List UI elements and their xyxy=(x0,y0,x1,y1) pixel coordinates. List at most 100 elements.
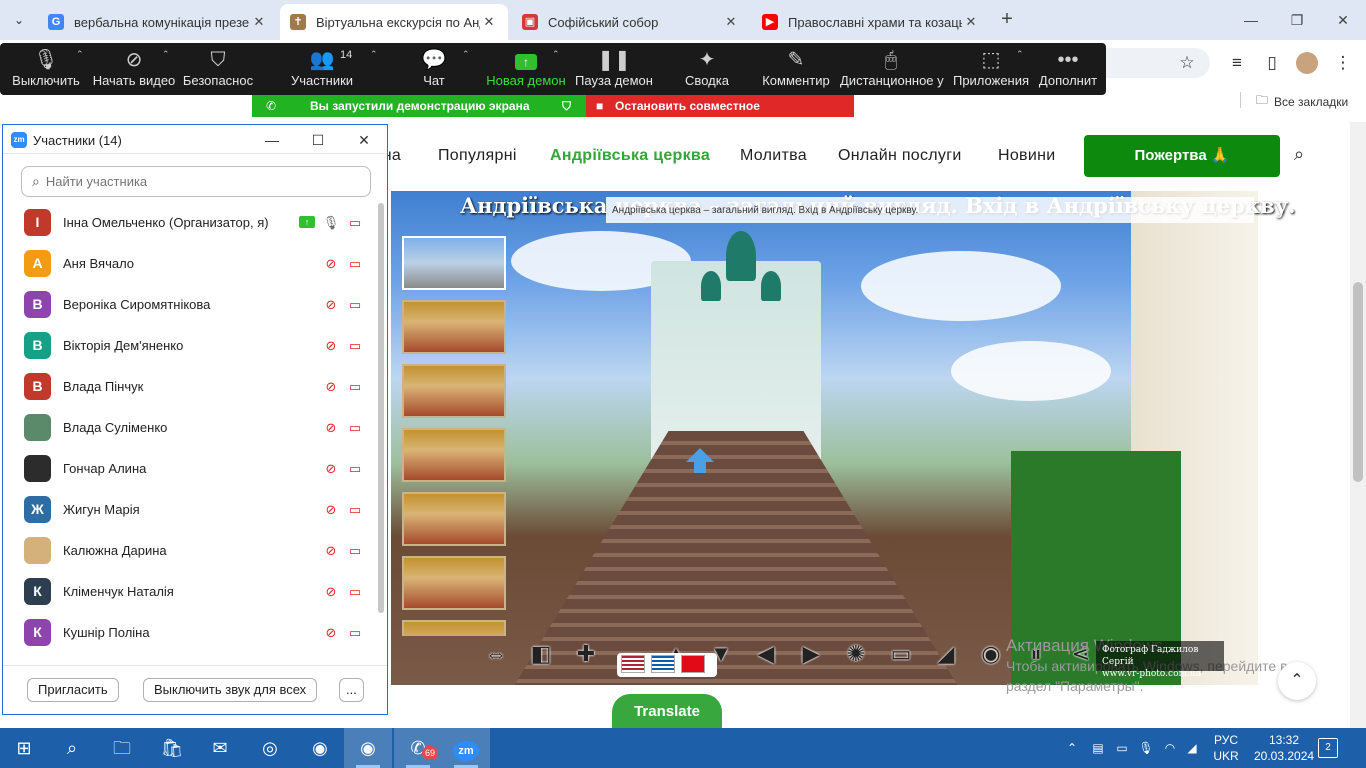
translate-button[interactable]: Translate xyxy=(612,694,722,730)
tab-virtual-tour[interactable]: ✝ Віртуальна екскурсія по Андрі ✕ xyxy=(280,4,508,40)
new-tab-button[interactable]: + xyxy=(996,8,1018,32)
chrome-active-icon[interactable]: ◉ xyxy=(344,728,392,768)
thumbnail[interactable] xyxy=(402,428,506,482)
video-off-icon[interactable]: ▭ xyxy=(345,459,365,479)
tab-verbal-communication[interactable]: G вербальна комунікація презе ✕ xyxy=(38,4,278,40)
participants-button[interactable]: 👥 Участники 14 ⌃ xyxy=(284,43,378,95)
minimize-button[interactable]: — xyxy=(1228,6,1274,34)
close-button[interactable]: ✕ xyxy=(349,129,379,151)
close-window-button[interactable]: ✕ xyxy=(1320,6,1366,34)
gallery-icon[interactable]: ▭ xyxy=(883,636,919,672)
remote-control-button[interactable]: 🖱 Дистанционное у xyxy=(840,43,944,95)
chrome-icon[interactable]: ◉ xyxy=(296,728,344,768)
right-arrow-icon[interactable]: ▶ xyxy=(793,636,829,672)
video-off-icon[interactable]: ▭ xyxy=(345,582,365,602)
chevron-down-icon[interactable]: ⌃ xyxy=(370,49,378,60)
start-button[interactable]: ⊞ xyxy=(0,728,48,768)
mic-muted-icon[interactable]: ⊘ xyxy=(321,418,341,438)
video-off-icon[interactable]: ▭ xyxy=(345,336,365,356)
wifi-icon[interactable]: ◠ xyxy=(1160,728,1180,768)
video-off-icon[interactable]: ▭ xyxy=(345,541,365,561)
invite-button[interactable]: Пригласить xyxy=(27,678,119,702)
mic-muted-icon[interactable]: ⊘ xyxy=(321,459,341,479)
mute-all-button[interactable]: Выключить звук для всех xyxy=(143,678,318,702)
volume-icon[interactable]: ◢ xyxy=(1182,728,1202,768)
mute-button[interactable]: 🎙 Выключить ⌃ xyxy=(8,43,84,95)
chevron-down-icon[interactable]: ⌃ xyxy=(462,49,470,60)
us-flag-icon[interactable] xyxy=(621,655,645,673)
minimize-button[interactable]: — xyxy=(257,129,287,151)
participant-row[interactable]: В Влада Пінчук ⊘ ▭ xyxy=(3,367,375,408)
participant-row[interactable]: К Кліменчук Наталія ⊘ ▭ xyxy=(3,572,375,613)
video-off-icon[interactable]: ▭ xyxy=(345,377,365,397)
thumbnail[interactable] xyxy=(402,300,506,354)
network-icon[interactable]: ▤ xyxy=(1088,728,1108,768)
scrollbar-thumb[interactable] xyxy=(1353,282,1363,482)
more-options-button[interactable]: ... xyxy=(339,678,364,702)
vr-icon[interactable]: ◉ xyxy=(973,636,1009,672)
participant-row[interactable]: Гончар Алина ⊘ ▭ xyxy=(3,449,375,490)
mic-muted-icon[interactable]: ⊘ xyxy=(321,541,341,561)
auto-rotate-icon[interactable]: ✺ xyxy=(838,636,874,672)
participant-row[interactable]: Ж Жигун Марія ⊘ ▭ xyxy=(3,490,375,531)
greece-flag-icon[interactable] xyxy=(651,655,675,673)
nav-item-popular[interactable]: Популярні xyxy=(438,147,517,165)
chat-button[interactable]: 💬 Чат ⌃ xyxy=(404,43,470,95)
notifications-button[interactable]: 2 xyxy=(1318,738,1338,758)
new-share-button[interactable]: ↑ Новая демон ⌃ xyxy=(486,43,566,95)
start-video-button[interactable]: ⊘ Начать видео ⌃ xyxy=(92,43,176,95)
fit-screen-icon[interactable]: ⇔ xyxy=(478,636,514,672)
all-bookmarks-button[interactable]: 🗀 Все закладки xyxy=(1256,91,1348,112)
annotate-button[interactable]: ✎ Комментир xyxy=(760,43,832,95)
nav-item-news[interactable]: Новини xyxy=(998,147,1055,165)
zoom-in-icon[interactable]: ✚ xyxy=(568,636,604,672)
tab-search-dropdown[interactable]: ⌄ xyxy=(6,8,32,32)
edge-icon[interactable]: ◎ xyxy=(246,728,294,768)
show-hidden-icons[interactable]: ⌃ xyxy=(1062,728,1082,768)
media-control-icon[interactable]: ≡ xyxy=(1226,52,1248,74)
close-tab-icon[interactable]: ✕ xyxy=(962,14,980,30)
participant-row[interactable]: Калюжна Дарина ⊘ ▭ xyxy=(3,531,375,572)
mic-muted-icon[interactable]: ⊘ xyxy=(321,582,341,602)
tab-youtube[interactable]: ▶ Православні храми та козацьк ✕ xyxy=(752,4,990,40)
battery-icon[interactable]: ▭ xyxy=(1112,728,1132,768)
participant-row[interactable]: В Вікторія Дем'яненко ⊘ ▭ xyxy=(3,326,375,367)
store-icon[interactable]: 🛍 xyxy=(148,728,196,768)
thumbnail[interactable] xyxy=(402,556,506,610)
mic-muted-icon[interactable]: ⊘ xyxy=(321,336,341,356)
participant-row[interactable]: А Аня Вячало ⊘ ▭ xyxy=(3,244,375,285)
sound-icon[interactable]: ◢ xyxy=(928,636,964,672)
summary-button[interactable]: ✦ Сводка xyxy=(672,43,742,95)
page-scrollbar[interactable] xyxy=(1350,122,1366,728)
participant-row[interactable]: В Вероніка Сиромятнікова ⊘ ▭ xyxy=(3,285,375,326)
more-button[interactable]: ••• Дополнит xyxy=(1036,43,1100,95)
thumbnail[interactable] xyxy=(402,364,506,418)
chevron-down-icon[interactable]: ⌃ xyxy=(1016,49,1024,60)
side-panel-icon[interactable]: ▯ xyxy=(1261,52,1283,74)
thumbnail[interactable] xyxy=(402,492,506,546)
video-off-icon[interactable]: ▭ xyxy=(345,418,365,438)
zoom-app-icon[interactable]: zm xyxy=(442,728,490,768)
turkey-flag-icon[interactable] xyxy=(681,655,705,673)
chevron-down-icon[interactable]: ⌃ xyxy=(162,49,170,60)
bookmark-star-icon[interactable]: ☆ xyxy=(1176,52,1198,74)
video-off-icon[interactable]: ▭ xyxy=(345,254,365,274)
clock[interactable]: 13:32 20.03.2024 xyxy=(1254,732,1314,764)
language-indicator[interactable]: РУС UKR xyxy=(1206,732,1246,764)
participant-row[interactable]: І Інна Омельченко (Организатор, я) ↑ 🎙 ▭ xyxy=(3,203,375,244)
thumbnail[interactable] xyxy=(402,236,506,290)
scrollbar-thumb[interactable] xyxy=(378,203,384,613)
mic-muted-icon[interactable]: ⊘ xyxy=(321,500,341,520)
participant-search[interactable]: ⌕ xyxy=(21,166,371,197)
close-tab-icon[interactable]: ✕ xyxy=(722,14,740,30)
mic-muted-icon[interactable]: ⊘ xyxy=(321,254,341,274)
donate-button[interactable]: Пожертва 🙏 xyxy=(1084,135,1280,177)
profile-avatar[interactable] xyxy=(1296,52,1318,74)
participant-search-input[interactable] xyxy=(45,174,370,189)
search-icon[interactable]: ⌕ xyxy=(48,728,96,768)
close-tab-icon[interactable]: ✕ xyxy=(480,14,498,30)
apps-button[interactable]: ⬚ Приложения ⌃ xyxy=(952,43,1030,95)
video-off-icon[interactable]: ▭ xyxy=(345,295,365,315)
chrome-menu-icon[interactable]: ⋮ xyxy=(1332,52,1354,74)
hotspot-arrow-icon[interactable] xyxy=(686,448,714,462)
